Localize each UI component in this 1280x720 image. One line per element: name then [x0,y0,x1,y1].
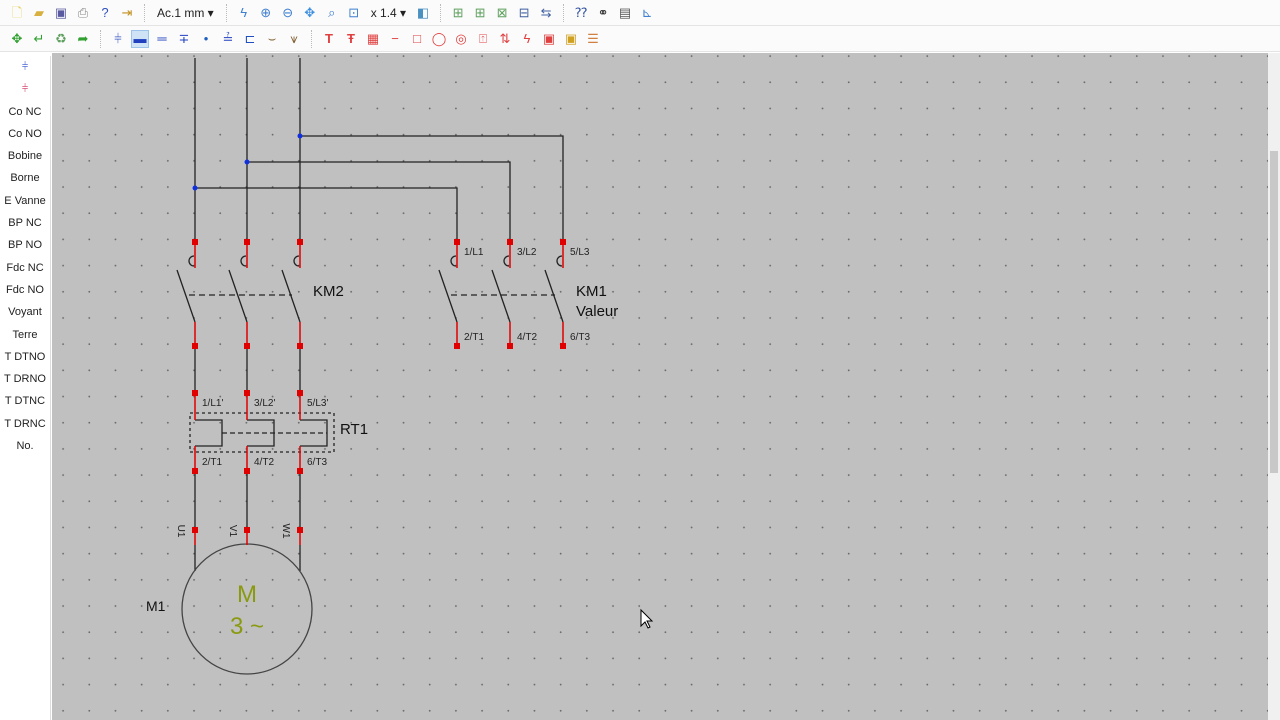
frame-n-icon[interactable]: ▣ [562,30,580,48]
divider [311,29,312,48]
fuse-icon[interactable]: ⍐ [474,30,492,48]
divider [563,3,565,22]
sidebar-item-fdc-nc[interactable]: Fdc NC [0,257,50,279]
double-wire-icon[interactable]: ═ [153,30,171,48]
sidebar-item-terre[interactable]: Terre [0,324,50,346]
vertical-scrollbar[interactable] [1268,53,1280,720]
circle-icon[interactable]: ◯ [430,30,448,48]
group-down-icon[interactable]: ⊟ [515,4,533,22]
component-sidebar: ⫩ ⫩ Co NC Co NO Bobine Borne E Vanne BP … [0,56,51,720]
recycle-icon[interactable]: ♻ [52,30,70,48]
tilde-icon[interactable]: ⩛ [285,30,303,48]
binoculars-icon[interactable]: ⚭ [594,4,612,22]
sidebar-item-e-vanne[interactable]: E Vanne [0,190,50,212]
grid-icon[interactable]: ▦ [364,30,382,48]
sidebar-item-t-drno[interactable]: T DRNO [0,368,50,390]
cross-wire-icon[interactable]: ∓ [175,30,193,48]
help-icon[interactable]: ? [96,4,114,22]
sidebar-item-bobine[interactable]: Bobine [0,145,50,167]
wire-10-icon[interactable]: ≟ [219,30,237,48]
text-label-icon[interactable]: Ŧ [342,30,360,48]
redo-icon[interactable]: ➦ [74,30,92,48]
grid-select[interactable]: Ac.1 mm ▾ [153,6,218,20]
save-icon[interactable]: ▣ [52,4,70,22]
text-icon[interactable]: T [320,30,338,48]
frame-icon[interactable]: ▣ [540,30,558,48]
wire-icon[interactable]: ▬ [131,29,149,48]
sidebar-item-bp-nc[interactable]: BP NC [0,212,50,234]
zoom-fit-icon[interactable]: ⊡ [345,4,363,22]
sidebar-item-contact-alt[interactable]: ⫩ [0,78,50,100]
coordinates-icon[interactable]: ⊾ [638,4,656,22]
zoom-window-icon[interactable]: ⌕ [323,4,341,22]
sidebar-item-t-dtno[interactable]: T DTNO [0,346,50,368]
arrow-icon[interactable]: ⇅ [496,30,514,48]
delete-select-icon[interactable]: ⊠ [493,4,511,22]
divider [144,3,145,22]
sidebar-item-voyant[interactable]: Voyant [0,301,50,323]
new-file-icon[interactable]: 🗋 [8,4,26,22]
open-folder-icon[interactable]: ▰ [30,4,48,22]
spark-icon[interactable]: ϟ [518,30,536,48]
sidebar-item-no[interactable]: No. [0,435,50,457]
bridge-icon[interactable]: ⌣ [263,30,281,48]
divider [225,3,227,22]
divider [100,29,101,48]
print-icon[interactable]: ⎙ [74,4,92,22]
sidebar-item-co-no[interactable]: Co NO [0,123,50,145]
info-icon[interactable]: ▤ [616,4,634,22]
sidebar-item-co-nc[interactable]: Co NC [0,101,50,123]
sidebar-item-fdc-no[interactable]: Fdc NO [0,279,50,301]
sidebar-item-borne[interactable]: Borne [0,167,50,189]
main-toolbar: 🗋 ▰ ▣ ⎙ ? ⇥ Ac.1 mm ▾ ϟ ⊕ ⊖ ✥ ⌕ ⊡ x 1.4 … [0,0,1280,26]
enter-icon[interactable]: ↵ [30,30,48,48]
add-select-icon[interactable]: ⊞ [471,4,489,22]
ring-icon[interactable]: ◎ [452,30,470,48]
exit-icon[interactable]: ⇥ [118,4,136,22]
sidebar-item-bp-no[interactable]: BP NO [0,234,50,256]
drawing-toolbar: ✥ ↵ ♻ ➦ ⫩ ▬ ═ ∓ • ≟ ⊏ ⌣ ⩛ T Ŧ ▦ − □ ◯ ◎ … [0,26,1280,52]
zoom-in-icon[interactable]: ⊕ [257,4,275,22]
layers-icon[interactable]: ◧ [414,4,432,22]
square-icon[interactable]: □ [408,30,426,48]
sidebar-item-t-drnc[interactable]: T DRNC [0,413,50,435]
find-help-icon[interactable]: ⁇ [572,4,590,22]
contact-icon[interactable]: ⫩ [109,30,127,48]
stack-icon[interactable]: ☰ [584,30,602,48]
move-icon[interactable]: ✥ [8,30,26,48]
zoom-out-icon[interactable]: ⊖ [279,4,297,22]
drawing-canvas[interactable] [52,53,1268,720]
line-icon[interactable]: − [386,30,404,48]
lightning-icon[interactable]: ϟ [235,4,253,22]
sidebar-item-contact[interactable]: ⫩ [0,56,50,78]
select-x2-icon[interactable]: ⊞ [449,4,467,22]
terminal-icon[interactable]: ⊏ [241,30,259,48]
pan-icon[interactable]: ✥ [301,4,319,22]
sidebar-item-t-dtnc[interactable]: T DTNC [0,390,50,412]
scrollbar-thumb[interactable] [1270,151,1278,473]
zoom-select[interactable]: x 1.4 ▾ [367,6,410,20]
swap-icon[interactable]: ⇆ [537,4,555,22]
dot-icon[interactable]: • [197,30,215,48]
divider [440,3,442,22]
